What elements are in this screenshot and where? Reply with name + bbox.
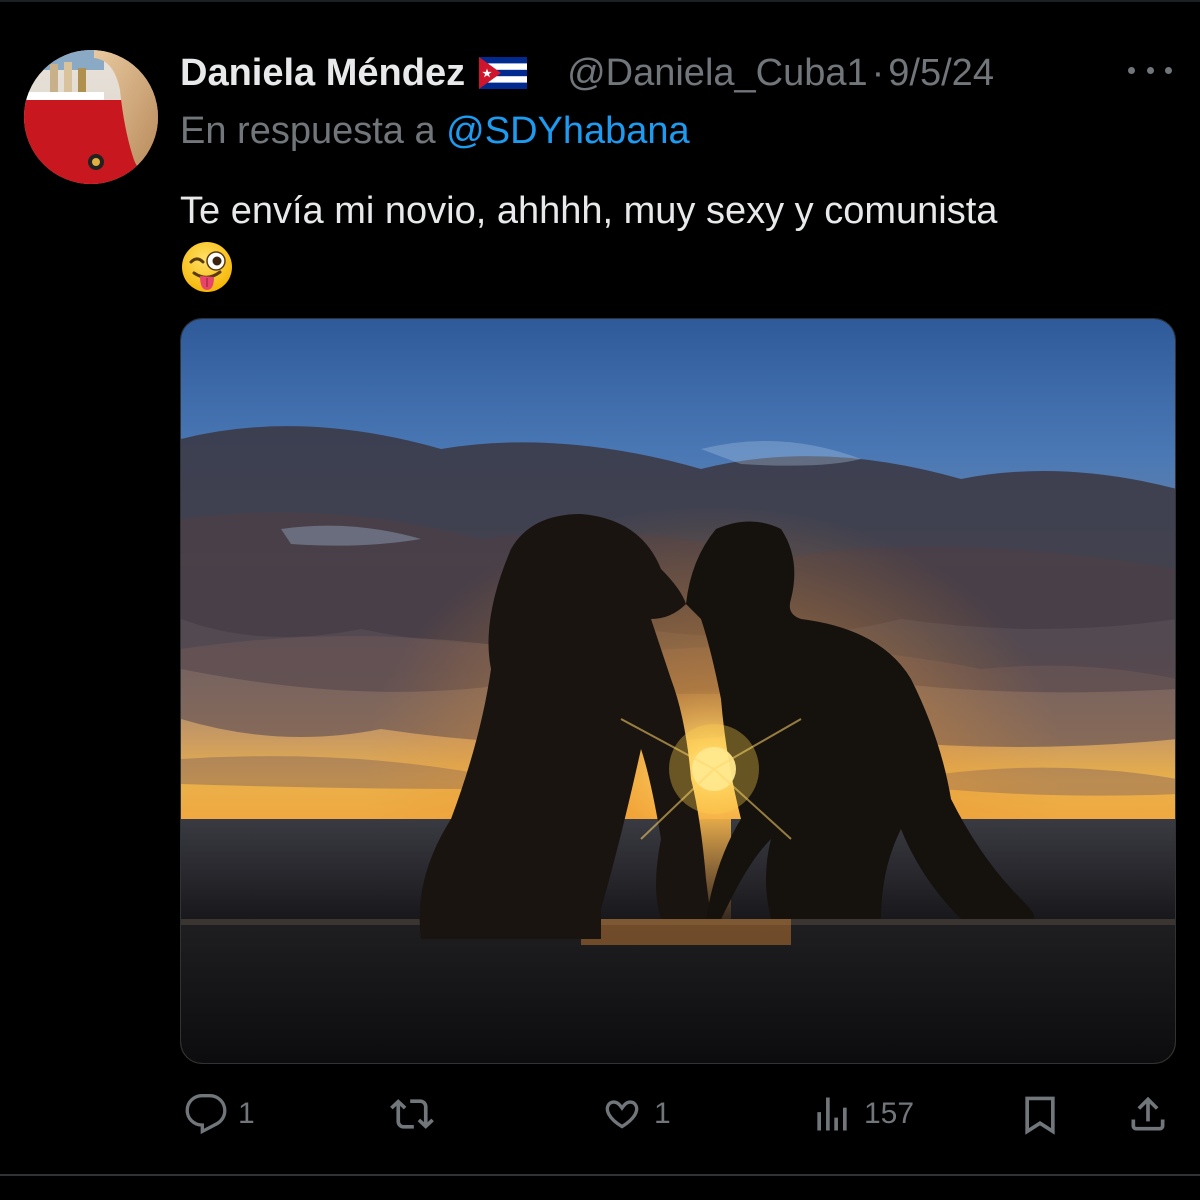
reply-mention-link[interactable]: @SDYhabana <box>446 110 690 152</box>
header-separator: · <box>871 51 885 94</box>
view-count: 157 <box>864 1097 915 1130</box>
bookmark-icon <box>1025 1096 1055 1135</box>
like-count: 1 <box>654 1097 671 1130</box>
reply-icon <box>185 1094 227 1135</box>
author-avatar[interactable] <box>24 50 158 184</box>
share-button[interactable] <box>1126 1088 1170 1140</box>
repost-button[interactable] <box>388 1088 446 1140</box>
cuba-flag-icon <box>479 57 528 89</box>
heart-icon <box>605 1100 639 1129</box>
reply-context: En respuesta a @SDYhabana <box>180 110 690 153</box>
author-handle[interactable]: @Daniela_Cuba1 <box>567 52 868 95</box>
sunset-couple-photo <box>181 319 1175 1063</box>
reply-prefix: En respuesta a <box>180 110 447 152</box>
winking-face-with-tongue-icon <box>180 240 234 294</box>
repost-icon <box>390 1099 434 1129</box>
analytics-icon <box>817 1097 847 1131</box>
more-options-icon[interactable] <box>1128 58 1172 82</box>
author-name[interactable]: Daniela Méndez <box>180 52 465 95</box>
reply-button[interactable]: 1 <box>184 1088 255 1140</box>
tweet-photo[interactable] <box>180 318 1176 1064</box>
like-button[interactable]: 1 <box>600 1088 671 1140</box>
tweet-divider <box>0 1174 1200 1176</box>
reply-count: 1 <box>238 1097 255 1130</box>
tweet-date[interactable]: 9/5/24 <box>888 52 994 95</box>
tweet[interactable]: Daniela Méndez @Daniela_Cuba1 · 9/5/24 E… <box>0 0 1200 1200</box>
tweet-body: Te envía mi novio, ahhhh, muy sexy y com… <box>180 190 998 232</box>
tweet-header: Daniela Méndez @Daniela_Cuba1 · 9/5/24 <box>180 48 994 98</box>
tweet-text: Te envía mi novio, ahhhh, muy sexy y com… <box>180 182 1160 299</box>
views-button[interactable]: 157 <box>810 1088 914 1140</box>
bookmark-button[interactable] <box>1018 1088 1062 1140</box>
share-icon <box>1131 1096 1165 1131</box>
tweet-actions: 1 1 157 <box>0 1088 1200 1140</box>
